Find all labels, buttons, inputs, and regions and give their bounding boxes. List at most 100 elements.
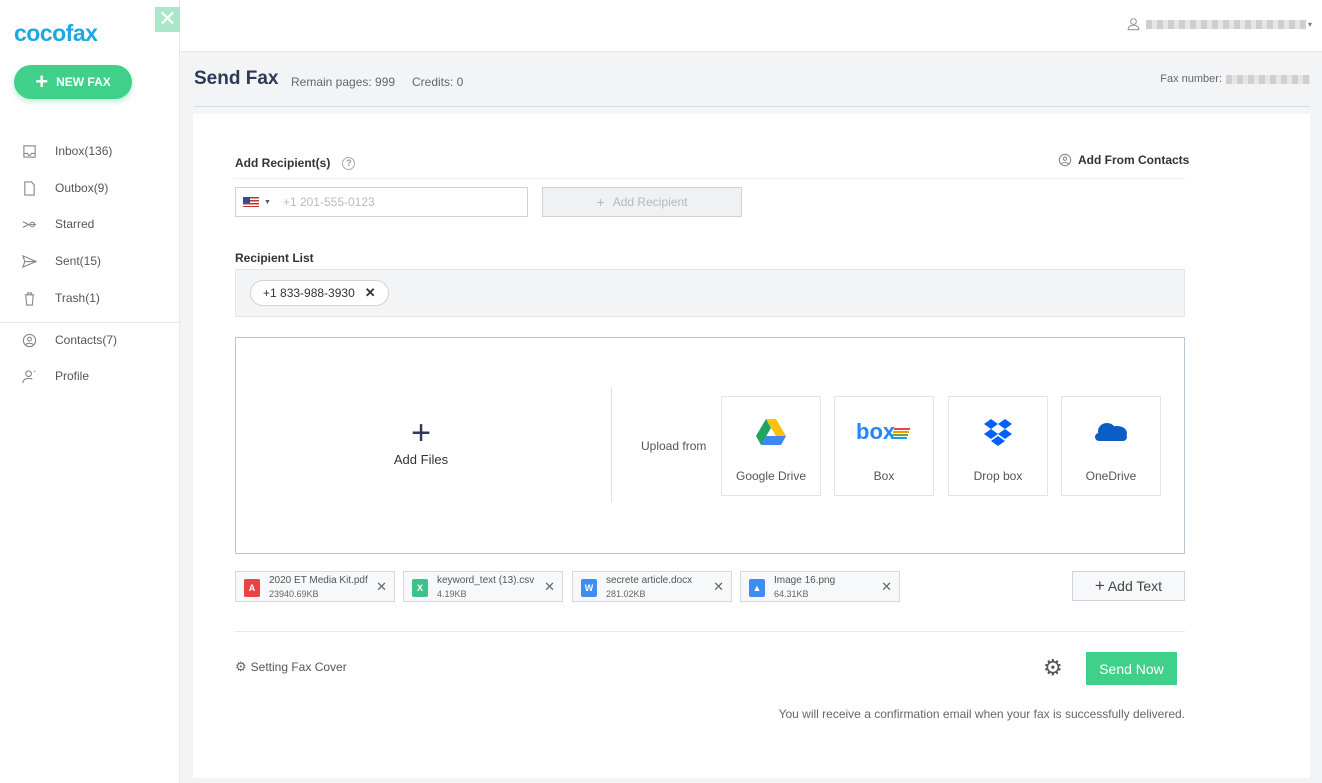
attachment-name: Image 16.png [774, 575, 836, 586]
add-recipient-button[interactable]: + Add Recipient [542, 187, 742, 217]
sidebar-item-label: Starred [55, 217, 95, 231]
add-files-label: Add Files [393, 452, 449, 467]
attachment-name: 2020 ET Media Kit.pdf [269, 575, 368, 586]
attachment-size: 64.31KB [774, 589, 809, 599]
trash-icon [24, 291, 35, 306]
phone-number-input[interactable] [280, 194, 511, 210]
attachment-size: 4.19KB [437, 589, 467, 599]
add-files-button[interactable]: + Add Files [356, 414, 486, 467]
remove-recipient-icon[interactable]: ✕ [365, 285, 376, 301]
attachment-docx: W secrete article.docx 281.02KB ✕ [572, 571, 732, 602]
add-text-button[interactable]: + Add Text [1072, 571, 1185, 601]
us-flag-icon[interactable] [243, 197, 259, 207]
sidebar-item-label: Inbox(136) [55, 144, 113, 158]
pdf-file-icon: A [244, 579, 260, 597]
onedrive-label: OneDrive [1085, 469, 1137, 483]
send-fax-card: Add Recipient(s) ? Add From Contacts ▼ +… [193, 114, 1310, 778]
sidebar: cocofax ✕ + NEW FAX Inbox(136) Outbox(9)… [0, 0, 180, 783]
upload-area: + Add Files Upload from Google Drive box… [235, 337, 1185, 554]
chevron-down-icon: ▾ [1307, 19, 1312, 29]
sidebar-item-label: Outbox(9) [55, 181, 109, 195]
close-icon[interactable]: ✕ [155, 7, 180, 32]
svg-text:box: box [856, 419, 896, 444]
remove-attachment-icon[interactable]: ✕ [881, 579, 892, 595]
sidebar-item-contacts[interactable]: Contacts(7) [0, 324, 180, 356]
credits: Credits: 0 [412, 75, 464, 89]
word-file-icon: W [581, 579, 597, 597]
sidebar-divider [0, 322, 180, 323]
sidebar-item-outbox[interactable]: Outbox(9) [0, 172, 180, 204]
chevron-down-icon[interactable]: ▼ [264, 199, 271, 206]
plus-icon: + [1094, 576, 1105, 595]
attachment-name: keyword_text (13).csv [437, 575, 535, 586]
sidebar-item-label: Trash(1) [55, 291, 100, 305]
confirmation-message: You will receive a confirmation email wh… [778, 707, 1185, 721]
page-title: Send Fax [194, 68, 279, 89]
onedrive-button[interactable]: OneDrive [1061, 396, 1161, 496]
phone-number-field: ▼ [235, 187, 528, 217]
recipient-number: +1 833-988-3930 [263, 286, 355, 300]
remain-pages: Remain pages: 999 [291, 75, 396, 89]
setting-fax-cover-label: Setting Fax Cover [250, 660, 347, 674]
add-from-contacts-link[interactable]: Add From Contacts [1058, 153, 1189, 167]
new-fax-button[interactable]: + NEW FAX [14, 65, 132, 99]
spreadsheet-file-icon: X [412, 579, 428, 597]
dropbox-label: Drop box [973, 469, 1023, 483]
add-recipients-heading: Add Recipient(s) ? [235, 156, 356, 170]
new-fax-label: NEW FAX [56, 75, 111, 89]
footer-divider [235, 631, 1185, 632]
box-button[interactable]: box Box [834, 396, 934, 496]
user-menu[interactable]: ▾ [1127, 17, 1312, 31]
sidebar-item-trash[interactable]: Trash(1) [0, 282, 180, 314]
onedrive-icon [1095, 423, 1127, 441]
logo[interactable]: cocofax [14, 20, 98, 47]
top-bar: ▾ [180, 0, 1322, 52]
attachment-size: 23940.69KB [269, 589, 319, 599]
fax-number: Fax number: [1160, 73, 1310, 85]
google-drive-button[interactable]: Google Drive [721, 396, 821, 496]
sidebar-item-profile[interactable]: Profile [0, 360, 180, 392]
sidebar-item-starred[interactable]: Starred [0, 208, 180, 240]
recipient-list: +1 833-988-3930 ✕ [235, 269, 1185, 317]
sidebar-item-inbox[interactable]: Inbox(136) [0, 135, 180, 167]
header-divider [194, 106, 1310, 107]
google-drive-icon [756, 419, 786, 445]
box-label: Box [873, 469, 895, 483]
attachment-png: ▲ Image 16.png 64.31KB ✕ [740, 571, 900, 602]
add-recipients-label: Add Recipient(s) [235, 156, 331, 170]
plus-icon: + [35, 69, 49, 94]
attachment-name: secrete article.docx [606, 575, 693, 586]
upload-divider [611, 387, 612, 502]
setting-fax-cover-link[interactable]: ⚙ Setting Fax Cover [235, 659, 347, 675]
sidebar-item-sent[interactable]: Sent(15) [0, 245, 180, 277]
profile-icon [22, 369, 36, 383]
settings-gear-icon[interactable]: ⚙ [1043, 655, 1063, 681]
remove-attachment-icon[interactable]: ✕ [544, 579, 555, 595]
remove-attachment-icon[interactable]: ✕ [713, 579, 724, 595]
starred-icon [22, 220, 37, 228]
send-icon [22, 254, 37, 268]
sidebar-item-label: Sent(15) [55, 254, 102, 268]
upload-from-label: Upload from [641, 439, 707, 453]
dropbox-icon [984, 419, 1012, 446]
send-now-button[interactable]: Send Now [1086, 652, 1177, 685]
dropbox-button[interactable]: Drop box [948, 396, 1048, 496]
plus-icon: + [596, 194, 605, 210]
gear-icon: ⚙ [235, 659, 247, 674]
google-drive-label: Google Drive [735, 469, 807, 483]
contacts-icon [22, 333, 37, 347]
add-text-label: Add Text [1107, 578, 1163, 594]
remove-attachment-icon[interactable]: ✕ [376, 579, 387, 595]
plus-icon: + [411, 414, 431, 452]
sidebar-item-label: Contacts(7) [55, 333, 118, 347]
fax-number-label: Fax number: [1160, 73, 1222, 85]
attachment-csv: X keyword_text (13).csv 4.19KB ✕ [403, 571, 563, 602]
recipient-list-label: Recipient List [235, 251, 314, 265]
help-icon[interactable]: ? [342, 156, 356, 170]
recipient-chip: +1 833-988-3930 ✕ [250, 280, 389, 306]
image-file-icon: ▲ [749, 579, 765, 597]
add-recipient-label: Add Recipient [612, 195, 688, 209]
attachment-size: 281.02KB [606, 589, 646, 599]
contacts-icon [1058, 153, 1072, 167]
redacted-username [1145, 19, 1306, 29]
